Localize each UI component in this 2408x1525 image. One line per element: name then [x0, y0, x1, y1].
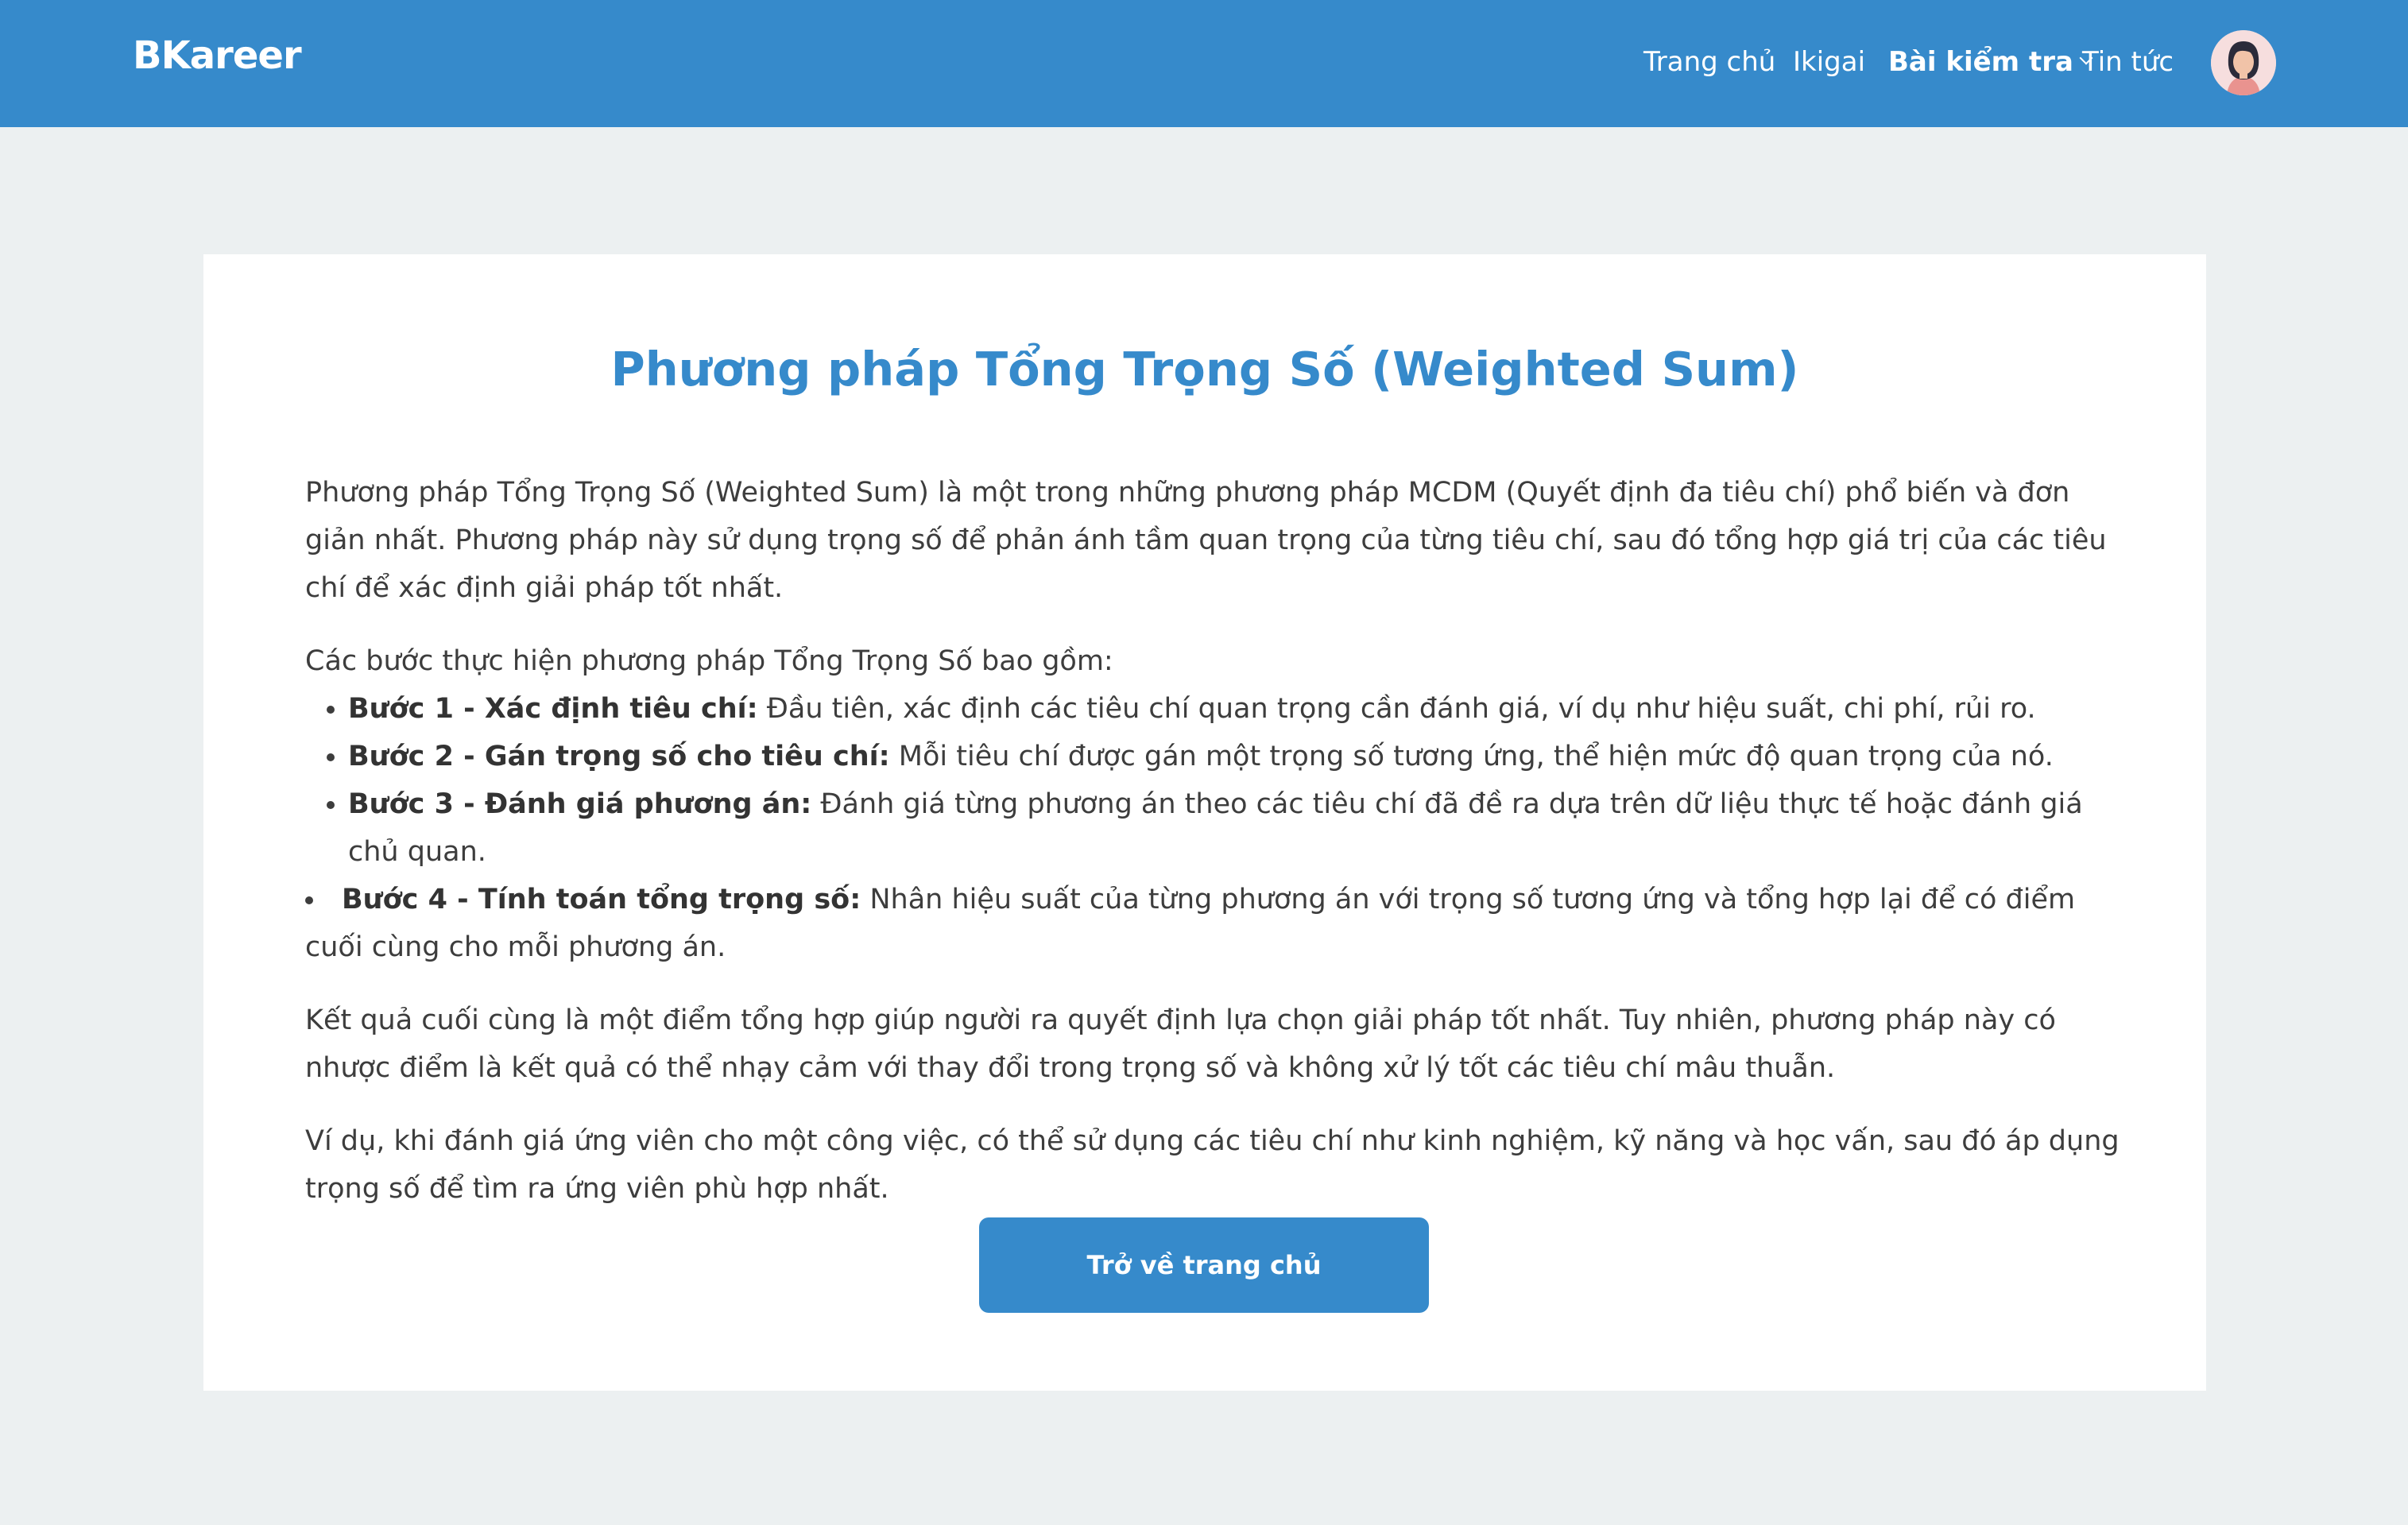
- list-item: Bước 2 - Gán trọng số cho tiêu chí: Mỗi …: [348, 733, 2133, 780]
- avatar-icon: [2211, 30, 2276, 95]
- list-item: Bước 3 - Đánh giá phương án: Đánh giá từ…: [348, 780, 2133, 876]
- list-item: Bước 1 - Xác định tiêu chí: Đầu tiên, xá…: [348, 685, 2133, 733]
- step-title: Bước 2 - Gán trọng số cho tiêu chí:: [348, 741, 890, 772]
- nav-item-tests[interactable]: Bài kiểm tra: [1888, 46, 2093, 78]
- step-text: Đầu tiên, xác định các tiêu chí quan trọ…: [757, 693, 2036, 725]
- example-paragraph: Ví dụ, khi đánh giá ứng viên cho một côn…: [305, 1125, 2120, 1205]
- steps-intro: Các bước thực hiện phương pháp Tổng Trọn…: [305, 645, 1113, 677]
- intro-paragraph: Phương pháp Tổng Trọng Số (Weighted Sum)…: [305, 477, 2107, 604]
- brand-logo[interactable]: BKareer: [133, 33, 302, 78]
- nav-item-ikigai[interactable]: Ikigai: [1793, 46, 1865, 78]
- nav-item-news[interactable]: Tin tức: [2082, 46, 2174, 78]
- steps-list: Bước 1 - Xác định tiêu chí: Đầu tiên, xá…: [305, 685, 2133, 971]
- back-home-button[interactable]: Trở về trang chủ: [979, 1217, 1429, 1313]
- nav-item-tests-label: Bài kiểm tra: [1888, 46, 2073, 78]
- step-title: Bước 1 - Xác định tiêu chí:: [348, 693, 758, 725]
- nav-item-home[interactable]: Trang chủ: [1643, 46, 1775, 78]
- step-title: Bước 4 - Tính toán tổng trọng số:: [342, 884, 861, 915]
- article-card: Phương pháp Tổng Trọng Số (Weighted Sum)…: [203, 254, 2206, 1391]
- page-title: Phương pháp Tổng Trọng Số (Weighted Sum): [610, 342, 1799, 397]
- step-title: Bước 3 - Đánh giá phương án:: [348, 788, 812, 820]
- article-body: Phương pháp Tổng Trọng Số (Weighted Sum)…: [305, 469, 2133, 1238]
- conclusion-paragraph: Kết quả cuối cùng là một điểm tổng hợp g…: [305, 1004, 2056, 1084]
- list-item: Bước 4 - Tính toán tổng trọng số: Nhân h…: [305, 876, 2133, 971]
- user-avatar[interactable]: [2211, 30, 2276, 95]
- step-text: Mỗi tiêu chí được gán một trọng số tương…: [889, 741, 2054, 772]
- top-navbar: BKareer Trang chủ Ikigai Bài kiểm tra Ti…: [0, 0, 2408, 127]
